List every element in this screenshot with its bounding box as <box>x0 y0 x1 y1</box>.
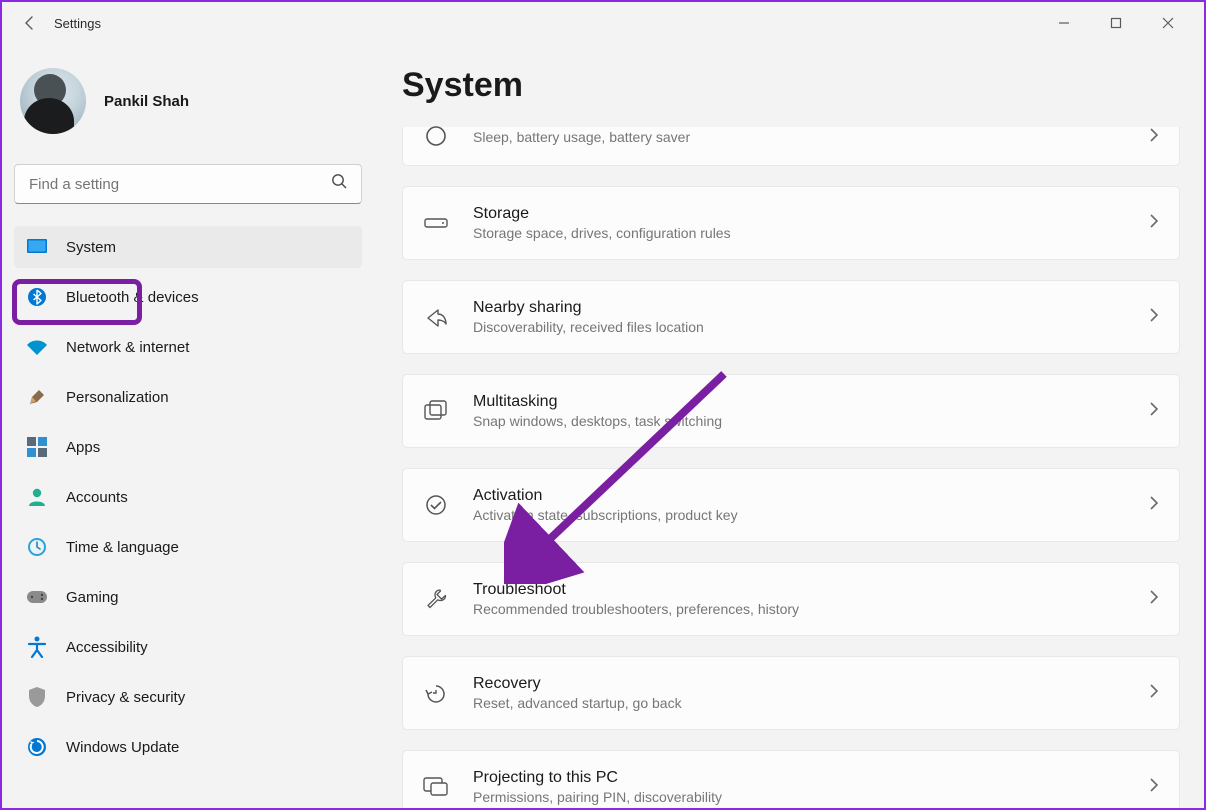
sidebar-item-label: Privacy & security <box>66 689 185 706</box>
settings-card-multitasking[interactable]: Multitasking Snap windows, desktops, tas… <box>402 374 1180 448</box>
network-icon <box>26 336 48 358</box>
sidebar-item-label: Time & language <box>66 539 179 556</box>
minimize-button[interactable] <box>1050 9 1078 37</box>
card-title: Storage <box>473 205 1125 223</box>
settings-card-nearby-sharing[interactable]: Nearby sharing Discoverability, received… <box>402 280 1180 354</box>
sidebar-item-privacy[interactable]: Privacy & security <box>14 676 362 718</box>
avatar <box>20 68 86 134</box>
recovery-icon <box>423 680 449 706</box>
system-icon <box>26 236 48 258</box>
power-icon <box>423 123 449 149</box>
sidebar-item-accessibility[interactable]: Accessibility <box>14 626 362 668</box>
chevron-right-icon <box>1149 401 1159 422</box>
window-controls <box>1050 9 1196 37</box>
update-icon <box>26 736 48 758</box>
chevron-right-icon <box>1149 683 1159 704</box>
multitasking-icon <box>423 398 449 424</box>
chevron-right-icon <box>1149 127 1159 148</box>
app-title: Settings <box>54 16 101 31</box>
card-subtitle: Discoverability, received files location <box>473 319 1125 335</box>
search-icon <box>331 173 348 195</box>
sidebar-item-gaming[interactable]: Gaming <box>14 576 362 618</box>
sidebar-item-network[interactable]: Network & internet <box>14 326 362 368</box>
card-title: Multitasking <box>473 393 1125 411</box>
privacy-icon <box>26 686 48 708</box>
card-subtitle: Permissions, pairing PIN, discoverabilit… <box>473 789 1125 805</box>
card-title: Projecting to this PC <box>473 769 1125 787</box>
sidebar-item-label: Apps <box>66 439 100 456</box>
sidebar-item-apps[interactable]: Apps <box>14 426 362 468</box>
settings-card-projecting[interactable]: Projecting to this PC Permissions, pairi… <box>402 750 1180 808</box>
sidebar-item-update[interactable]: Windows Update <box>14 726 362 768</box>
chevron-right-icon <box>1149 495 1159 516</box>
back-button[interactable] <box>10 3 50 43</box>
sidebar-item-personalization[interactable]: Personalization <box>14 376 362 418</box>
time-icon <box>26 536 48 558</box>
settings-card-power[interactable]: Sleep, battery usage, battery saver <box>402 127 1180 166</box>
sidebar: Pankil Shah System Bluetooth & devices N… <box>2 44 374 808</box>
profile-block[interactable]: Pankil Shah <box>14 56 362 158</box>
storage-icon <box>423 210 449 236</box>
personalization-icon <box>26 386 48 408</box>
sidebar-item-label: Bluetooth & devices <box>66 289 199 306</box>
chevron-right-icon <box>1149 589 1159 610</box>
projecting-icon <box>423 774 449 800</box>
troubleshoot-icon <box>423 586 449 612</box>
card-subtitle: Sleep, battery usage, battery saver <box>473 129 1125 145</box>
card-subtitle: Recommended troubleshooters, preferences… <box>473 601 1125 617</box>
settings-card-recovery[interactable]: Recovery Reset, advanced startup, go bac… <box>402 656 1180 730</box>
share-icon <box>423 304 449 330</box>
card-title: Nearby sharing <box>473 299 1125 317</box>
sidebar-item-label: Gaming <box>66 589 119 606</box>
chevron-right-icon <box>1149 777 1159 798</box>
gaming-icon <box>26 586 48 608</box>
card-subtitle: Activation state, subscriptions, product… <box>473 507 1125 523</box>
card-title: Recovery <box>473 675 1125 693</box>
close-button[interactable] <box>1154 9 1182 37</box>
sidebar-item-bluetooth[interactable]: Bluetooth & devices <box>14 276 362 318</box>
profile-name: Pankil Shah <box>104 93 189 110</box>
apps-icon <box>26 436 48 458</box>
sidebar-item-label: Network & internet <box>66 339 189 356</box>
sidebar-item-accounts[interactable]: Accounts <box>14 476 362 518</box>
maximize-button[interactable] <box>1102 9 1130 37</box>
card-title: Troubleshoot <box>473 581 1125 599</box>
settings-card-storage[interactable]: Storage Storage space, drives, configura… <box>402 186 1180 260</box>
chevron-right-icon <box>1149 307 1159 328</box>
card-subtitle: Reset, advanced startup, go back <box>473 695 1125 711</box>
sidebar-item-system[interactable]: System <box>14 226 362 268</box>
accessibility-icon <box>26 636 48 658</box>
sidebar-item-label: Windows Update <box>66 739 179 756</box>
settings-card-activation[interactable]: Activation Activation state, subscriptio… <box>402 468 1180 542</box>
sidebar-item-label: Accessibility <box>66 639 148 656</box>
search-box <box>14 164 362 204</box>
titlebar: Settings <box>2 2 1204 44</box>
activation-icon <box>423 492 449 518</box>
search-input[interactable] <box>14 164 362 204</box>
page-title: System <box>402 66 1180 105</box>
sidebar-item-time[interactable]: Time & language <box>14 526 362 568</box>
sidebar-item-label: Accounts <box>66 489 128 506</box>
sidebar-item-label: Personalization <box>66 389 169 406</box>
sidebar-item-label: System <box>66 239 116 256</box>
settings-card-troubleshoot[interactable]: Troubleshoot Recommended troubleshooters… <box>402 562 1180 636</box>
main-content: System Sleep, battery usage, battery sav… <box>374 44 1204 808</box>
accounts-icon <box>26 486 48 508</box>
card-subtitle: Storage space, drives, configuration rul… <box>473 225 1125 241</box>
bluetooth-icon <box>26 286 48 308</box>
card-title: Activation <box>473 487 1125 505</box>
card-subtitle: Snap windows, desktops, task switching <box>473 413 1125 429</box>
chevron-right-icon <box>1149 213 1159 234</box>
